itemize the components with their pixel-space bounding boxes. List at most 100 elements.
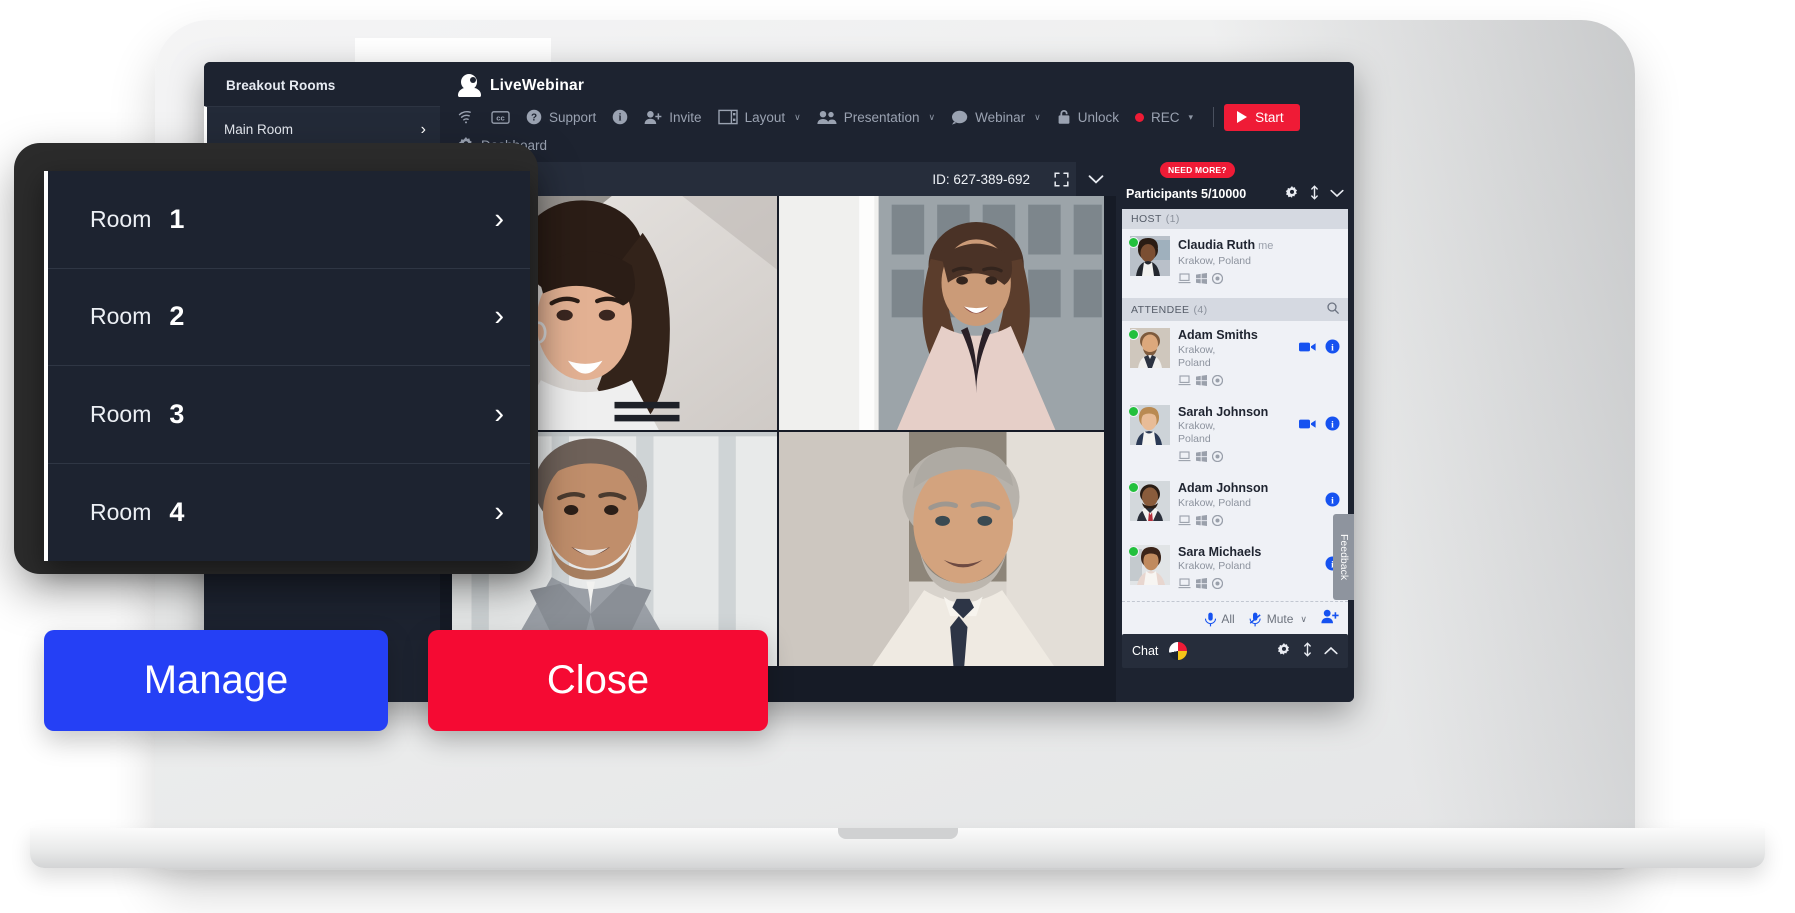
video-tile-2[interactable] <box>779 196 1104 430</box>
room-number: 1 <box>169 203 185 234</box>
avatar <box>1128 481 1170 522</box>
breakout-item-label: Main Room <box>224 122 294 137</box>
svg-text:cc: cc <box>496 113 504 122</box>
search-icon[interactable] <box>1327 302 1339 317</box>
room-number: 3 <box>169 398 185 429</box>
room-number: 4 <box>169 496 185 527</box>
chevron-down-icon: ∨ <box>794 111 801 122</box>
question-circle-icon: ? <box>526 109 542 125</box>
group-header-host: HOST (1) <box>1122 209 1348 229</box>
room-item-2[interactable]: Room 2 › <box>48 269 530 366</box>
manage-button[interactable]: Manage <box>44 630 388 731</box>
windows-icon <box>1196 271 1207 289</box>
participants-header: Participants 5/10000 <box>1122 179 1348 209</box>
room-item-1[interactable]: Room 1 › <box>48 171 530 269</box>
status-online-dot <box>1128 545 1139 557</box>
participant-row-adam-johnson[interactable]: Adam Johnson Krakow, Poland i <box>1122 474 1348 538</box>
chevron-down-icon: ∨ <box>1034 111 1041 122</box>
mute-all-button[interactable]: All <box>1205 612 1235 627</box>
toolbar-webinar[interactable]: Webinar ∨ <box>951 103 1052 131</box>
chat-bubble-icon <box>951 110 968 125</box>
translate-globe-icon[interactable] <box>1169 642 1188 660</box>
svg-text:i: i <box>619 113 622 124</box>
toolbar-rec-label: REC <box>1151 109 1180 125</box>
chrome-icon <box>1211 576 1224 594</box>
toolbar-invite[interactable]: Invite <box>644 103 712 131</box>
mute-button[interactable]: Mute ∨ <box>1249 612 1307 627</box>
group-label: HOST <box>1131 213 1162 225</box>
chevron-down-icon: ∨ <box>1300 613 1307 624</box>
chevron-right-icon: › <box>494 397 504 430</box>
toolbar-invite-label: Invite <box>669 109 702 125</box>
info-icon[interactable]: i <box>1325 339 1340 359</box>
toolbar-unlock[interactable]: Unlock <box>1057 103 1130 131</box>
screenshot-root: Breakout Rooms Main Room › LiveWebinar c… <box>0 0 1795 913</box>
toolbar-divider <box>1213 107 1215 127</box>
toolbar-layout-label: Layout <box>744 109 786 125</box>
camera-icon[interactable] <box>1299 417 1316 435</box>
windows-icon <box>1196 449 1207 467</box>
participant-row-sarah-johnson[interactable]: Sarah Johnson Krakow, Poland i <box>1122 398 1348 475</box>
laptop-icon <box>1178 513 1191 531</box>
play-icon <box>1237 111 1248 123</box>
toolbar-captions[interactable]: cc <box>491 103 521 131</box>
mute-label: Mute <box>1266 612 1294 627</box>
resize-vertical-icon[interactable] <box>1310 185 1319 203</box>
gear-icon[interactable] <box>1277 642 1291 660</box>
expand-icon[interactable] <box>1046 162 1076 196</box>
chevron-down-icon[interactable] <box>1330 187 1344 201</box>
start-button[interactable]: Start <box>1224 103 1300 131</box>
close-button[interactable]: Close <box>428 630 768 731</box>
participant-actions: i <box>1299 328 1340 359</box>
all-label: All <box>1221 612 1235 627</box>
video-tile-4[interactable] <box>779 432 1104 666</box>
room-label: Room <box>90 498 152 525</box>
breakout-rooms-title: Breakout Rooms <box>226 78 336 93</box>
windows-icon <box>1196 576 1207 594</box>
chevron-down-icon: ∨ <box>928 111 936 122</box>
room-label: Room <box>90 400 152 427</box>
toolbar-support[interactable]: ? Support <box>526 103 607 131</box>
group-count: (1) <box>1165 213 1180 225</box>
brand-name: LiveWebinar <box>490 76 585 94</box>
chat-bar[interactable]: Chat <box>1122 634 1348 668</box>
toolbar-presentation[interactable]: Presentation ∨ <box>817 103 946 131</box>
room-item-4[interactable]: Room 4 › <box>48 464 530 562</box>
laptop-icon <box>1178 271 1191 289</box>
participant-row-adam-smiths[interactable]: Adam Smiths Krakow, Poland i <box>1122 321 1348 398</box>
participant-row-sara-michaels[interactable]: Sara Michaels Krakow, Poland i <box>1122 538 1348 602</box>
layout-icon <box>717 109 738 125</box>
participant-row-claudia-ruth[interactable]: Claudia Ruth me Krakow, Poland <box>1122 229 1348 298</box>
need-more-badge[interactable]: NEED MORE? <box>1160 162 1235 178</box>
camera-icon[interactable] <box>1299 340 1316 358</box>
room-item-3[interactable]: Room 3 › <box>48 366 530 464</box>
record-dot-icon <box>1135 112 1145 122</box>
toolbar-info[interactable]: i <box>612 103 639 131</box>
toolbar-layout[interactable]: Layout ∨ <box>717 103 812 131</box>
toolbar-unlock-label: Unlock <box>1077 109 1120 125</box>
participant-devices <box>1178 513 1291 531</box>
brand: LiveWebinar <box>440 62 1354 97</box>
info-icon[interactable]: i <box>1325 492 1340 512</box>
toolbar-rec[interactable]: REC ▾ <box>1135 103 1204 131</box>
participants-list: HOST (1) Claudia Ruth me Krakow, Poland … <box>1122 209 1348 637</box>
feedback-tab[interactable]: Feedback <box>1333 514 1354 600</box>
stage-toolbar: ID: 627-389-692 <box>440 162 1116 196</box>
add-user-icon[interactable] <box>1321 609 1339 629</box>
chevron-up-icon[interactable] <box>1324 644 1338 658</box>
start-button-label: Start <box>1255 109 1284 125</box>
info-icon[interactable]: i <box>1325 416 1340 436</box>
participant-location: Krakow, Poland <box>1178 496 1251 509</box>
svg-text:i: i <box>1331 496 1334 507</box>
microphone-icon <box>1205 612 1217 627</box>
participant-name: Sara Michaels <box>1178 544 1262 559</box>
chevron-down-icon[interactable] <box>1076 162 1116 196</box>
resize-vertical-icon[interactable] <box>1303 642 1312 660</box>
participant-name: Adam Johnson <box>1178 481 1269 496</box>
gear-icon[interactable] <box>1285 185 1299 203</box>
toolbar-wifi[interactable] <box>458 103 486 131</box>
laptop-mockup-base <box>30 828 1765 868</box>
meeting-id: ID: 627-389-692 <box>932 171 1030 187</box>
wifi-icon <box>458 110 475 124</box>
chevron-right-icon: › <box>494 202 504 235</box>
